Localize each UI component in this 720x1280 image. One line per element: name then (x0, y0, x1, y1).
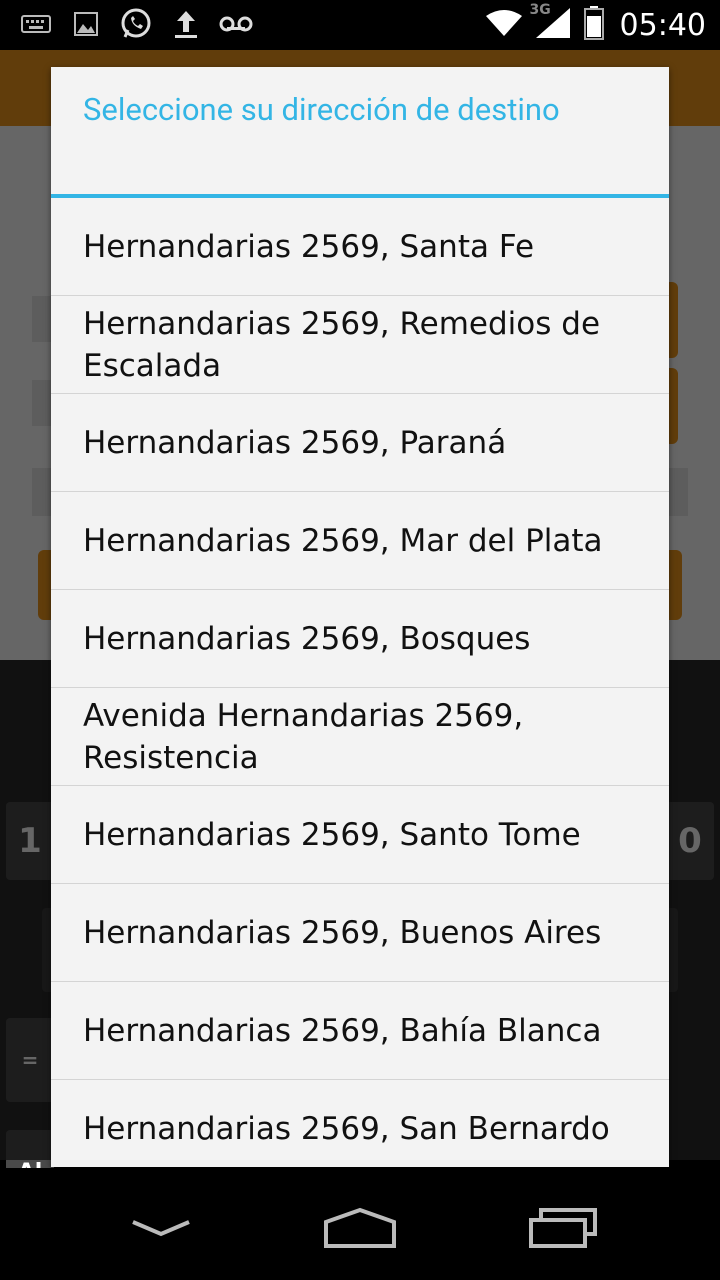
address-option[interactable]: Avenida Hernandarias 2569, Resistencia (51, 688, 669, 786)
system-status: 3G 05:40 (484, 0, 706, 50)
keyboard-icon (18, 6, 54, 42)
address-option[interactable]: Hernandarias 2569, Bahía Blanca (51, 982, 669, 1080)
clock: 05:40 (619, 7, 706, 43)
address-option-label: Hernandarias 2569, Remedios de Escalada (83, 305, 601, 384)
address-option[interactable]: Hernandarias 2569, Remedios de Escalada (51, 296, 669, 394)
address-option-label: Hernandarias 2569, Bahía Blanca (83, 1012, 602, 1049)
address-option[interactable]: Hernandarias 2569, Santo Tome (51, 786, 669, 884)
address-option[interactable]: Hernandarias 2569, Santa Fe (51, 198, 669, 296)
address-option[interactable]: Hernandarias 2569, Mar del Plata (51, 492, 669, 590)
status-bar: 3G 05:40 (0, 0, 720, 50)
whatsapp-icon (118, 6, 154, 42)
notification-icons (18, 6, 254, 42)
address-option-label: Avenida Hernandarias 2569, Resistencia (83, 697, 524, 776)
back-icon[interactable] (116, 1198, 206, 1258)
address-option[interactable]: Hernandarias 2569, Buenos Aires (51, 884, 669, 982)
address-option[interactable]: Hernandarias 2569, Bosques (51, 590, 669, 688)
dialog-title: Seleccione su dirección de destino (83, 91, 560, 128)
voicemail-icon (218, 6, 254, 42)
address-option[interactable]: Hernandarias 2569, San Bernardo (51, 1080, 669, 1177)
recents-icon[interactable] (518, 1198, 608, 1258)
address-selection-dialog: Seleccione su dirección de destino Herna… (51, 67, 669, 1167)
address-option-label: Hernandarias 2569, Mar del Plata (83, 522, 603, 559)
address-option[interactable]: Hernandarias 2569, Paraná (51, 394, 669, 492)
address-option-label: Hernandarias 2569, Santa Fe (83, 228, 535, 265)
home-icon[interactable] (315, 1198, 405, 1258)
battery-icon (583, 6, 604, 44)
address-options-list: Hernandarias 2569, Santa Fe Hernandarias… (51, 198, 669, 1177)
wifi-icon (484, 8, 524, 42)
navigation-bar (0, 1168, 720, 1280)
address-option-label: Hernandarias 2569, San Bernardo (83, 1110, 610, 1147)
address-option-label: Hernandarias 2569, Buenos Aires (83, 914, 602, 951)
address-option-label: Hernandarias 2569, Santo Tome (83, 816, 581, 853)
network-label: 3G (529, 2, 551, 18)
address-option-label: Hernandarias 2569, Bosques (83, 620, 531, 657)
address-option-label: Hernandarias 2569, Paraná (83, 424, 507, 461)
image-icon (68, 6, 104, 42)
signal-icon: 3G (530, 2, 574, 44)
upload-icon (168, 6, 204, 42)
